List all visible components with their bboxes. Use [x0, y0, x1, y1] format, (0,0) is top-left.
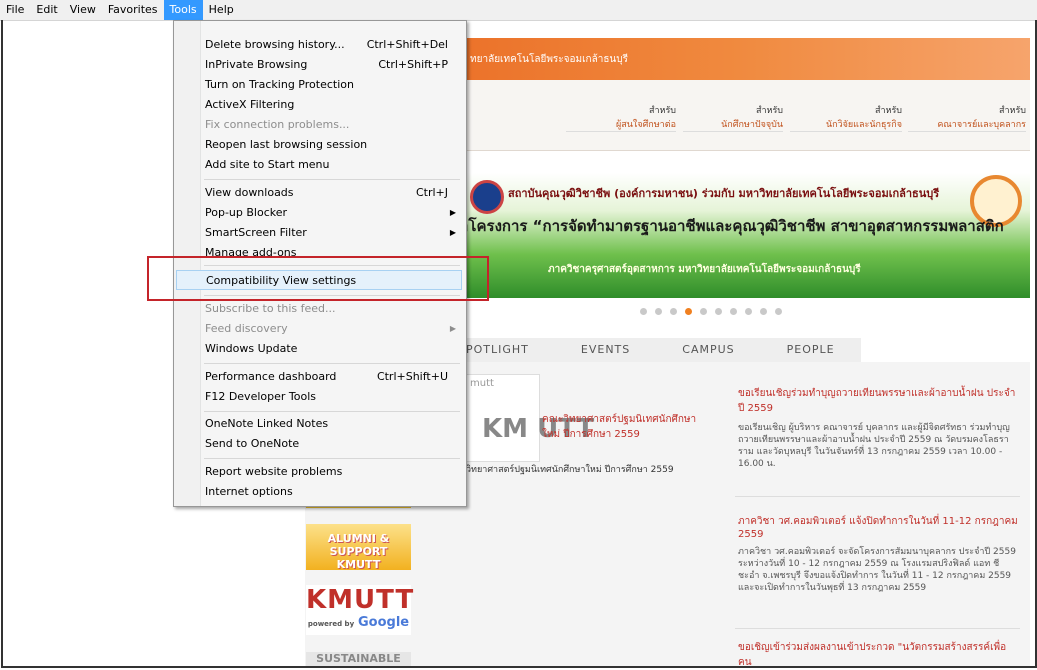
slide-line-3: ภาควิชาครุศาสตร์อุตสาหการ มหาวิทยาลัยเทค… [548, 264, 861, 275]
menu-item-send-to-onenote[interactable]: Send to OneNote [202, 434, 462, 454]
divider [735, 628, 1020, 629]
menu-item-delete-browsing-history[interactable]: Delete browsing history... Ctrl+Shift+De… [202, 35, 462, 55]
divider [735, 496, 1020, 497]
news-right-title[interactable]: ขอเชิญเข้าร่วมส่งผลงานเข้าประกวด "นวัตกร… [738, 640, 1018, 670]
menu-item-f12-developer-tools[interactable]: F12 Developer Tools [202, 387, 462, 407]
thumbnail-label: mutt [470, 378, 494, 389]
annotation-highlight-box [147, 256, 489, 301]
news-right-title[interactable]: ภาควิชา วศ.คอมพิวเตอร์ แจ้งปิดทำการในวัน… [738, 514, 1018, 540]
tab-campus[interactable]: CAMPUS [656, 338, 761, 362]
audience-link-prospective[interactable]: สำหรับ ผู้สนใจศึกษาต่อ [566, 103, 676, 132]
slide-dot[interactable] [655, 308, 662, 315]
menu-item-tracking-protection[interactable]: Turn on Tracking Protection [202, 75, 462, 95]
google-logo-text: Google [357, 615, 410, 630]
tab-events[interactable]: EVENTS [554, 338, 657, 362]
sustainable-banner[interactable]: SUSTAINABLE [306, 652, 411, 666]
menu-item-onenote-linked-notes[interactable]: OneNote Linked Notes [202, 414, 462, 434]
audience-link-students[interactable]: สำหรับ นักศึกษาปัจจุบัน [683, 103, 783, 132]
menu-separator [204, 411, 460, 412]
slide-dot[interactable] [730, 308, 737, 315]
menu-item-report-website-problems[interactable]: Report website problems [202, 462, 462, 482]
alumni-support-banner[interactable]: ALUMNI & SUPPORT KMUTT [306, 524, 411, 571]
menu-item-popup-blocker[interactable]: Pop-up Blocker ▶ [202, 203, 462, 223]
slide-dot[interactable] [700, 308, 707, 315]
news-item-title[interactable]: คณะวิทยาศาสตร์ปฐมนิเทศนักศึกษาใหม่ ปีการ… [542, 412, 702, 442]
menu-item-internet-options[interactable]: Internet options [202, 482, 462, 502]
slide-line-1: สถาบันคุณวุฒิวิชาชีพ (องค์การมหาชน) ร่วม… [508, 187, 940, 200]
slide-dot[interactable] [670, 308, 677, 315]
menu-item-view-downloads[interactable]: View downloads Ctrl+J [202, 183, 462, 203]
menu-view[interactable]: View [64, 0, 102, 20]
news-right-body: ขอเรียนเชิญ ผู้บริหาร คณาจารย์ บุคลากร แ… [738, 423, 1010, 469]
submenu-arrow-icon: ▶ [449, 324, 456, 333]
menu-item-activex-filtering[interactable]: ActiveX Filtering [202, 95, 462, 115]
slide-dot[interactable] [760, 308, 767, 315]
news-right-title[interactable]: ขอเรียนเชิญร่วมทำบุญถวายเทียนพรรษาและผ้า… [738, 386, 1018, 416]
slide-dot[interactable] [745, 308, 752, 315]
menu-item-performance-dashboard[interactable]: Performance dashboard Ctrl+Shift+U [202, 367, 462, 387]
news-right-item-3[interactable]: ขอเชิญเข้าร่วมส่งผลงานเข้าประกวด "นวัตกร… [738, 640, 1018, 670]
slide-dot[interactable] [715, 308, 722, 315]
slide-line-2: ำโครงการ “การจัดทำมาตรฐานอาชีพและคุณวุฒิ… [460, 217, 1004, 235]
slide-dot-active[interactable] [685, 308, 692, 315]
menu-edit[interactable]: Edit [30, 0, 63, 20]
powered-by-text: powered by [307, 620, 355, 628]
menu-tools[interactable]: Tools [163, 0, 203, 20]
slide-dot[interactable] [775, 308, 782, 315]
site-header-title: ทยาลัยเทคโนโลยีพระจอมเกล้าธนบุรี [470, 54, 628, 65]
news-tabs: POTLIGHT EVENTS CAMPUS PEOPLE [466, 338, 861, 362]
submenu-arrow-icon: ▶ [449, 208, 456, 217]
tab-people[interactable]: PEOPLE [760, 338, 861, 362]
menu-item-inprivate-browsing[interactable]: InPrivate Browsing Ctrl+Shift+P [202, 55, 462, 75]
menu-favorites[interactable]: Favorites [102, 0, 164, 20]
kmutt-google-banner[interactable]: KMUTT powered by Google [306, 585, 415, 635]
menu-item-smartscreen-filter[interactable]: SmartScreen Filter ▶ [202, 223, 462, 243]
menu-item-reopen-last-session[interactable]: Reopen last browsing session [202, 135, 462, 155]
slide-dot[interactable] [640, 308, 647, 315]
institute-logo [470, 180, 504, 214]
menu-help[interactable]: Help [203, 0, 240, 20]
menu-item-subscribe-feed: Subscribe to this feed... [205, 302, 336, 315]
menu-item-windows-update[interactable]: Windows Update [202, 339, 462, 359]
audience-link-researchers[interactable]: สำหรับ นักวิจัยและนักธุรกิจ [790, 103, 902, 132]
audience-link-faculty[interactable]: สำหรับ คณาจารย์และบุคลากร [908, 103, 1026, 132]
news-right-body: ภาควิชา วศ.คอมพิวเตอร์ จะจัดโครงการสัมมน… [738, 547, 1016, 593]
browser-window: File Edit View Favorites Tools Help ทยาล… [0, 0, 1037, 669]
submenu-arrow-icon: ▶ [449, 228, 456, 237]
menu-separator [204, 458, 460, 459]
tab-spotlight[interactable]: POTLIGHT [466, 338, 555, 362]
kmutt-logo-text: KMUTT [306, 585, 415, 615]
menu-file[interactable]: File [0, 0, 30, 20]
menu-item-feed-discovery: Feed discovery ▶ [202, 319, 462, 339]
news-item-caption: วิทยาศาสตร์ปฐมนิเทศนักศึกษาใหม่ ปีการศึก… [466, 465, 674, 475]
menu-item-fix-connection-problems: Fix connection problems... [205, 118, 350, 131]
alumni-banner-text: ALUMNI & SUPPORT KMUTT [327, 532, 390, 571]
news-right-item-1[interactable]: ขอเรียนเชิญร่วมทำบุญถวายเทียนพรรษาและผ้า… [738, 386, 1018, 470]
slide-pager [640, 308, 782, 315]
menu-item-add-site-start-menu[interactable]: Add site to Start menu [202, 155, 462, 175]
menu-separator [204, 179, 460, 180]
news-right-item-2[interactable]: ภาควิชา วศ.คอมพิวเตอร์ แจ้งปิดทำการในวัน… [738, 514, 1018, 594]
menu-bar: File Edit View Favorites Tools Help [0, 0, 1037, 21]
menu-separator [204, 363, 460, 364]
